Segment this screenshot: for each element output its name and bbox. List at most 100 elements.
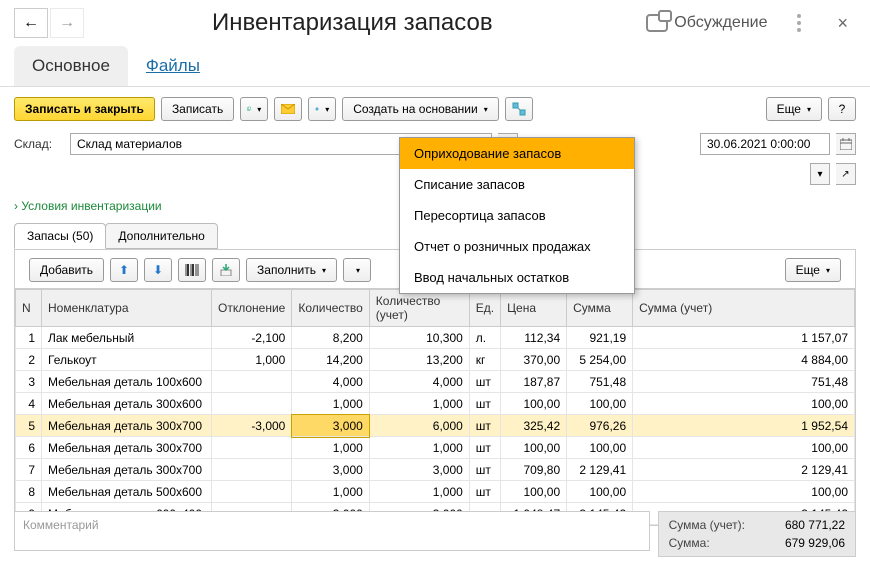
table-cell[interactable]: Мебельная деталь 100х600	[42, 371, 212, 393]
col-qty[interactable]: Количество	[292, 290, 369, 327]
close-button[interactable]: ×	[829, 9, 856, 38]
table-cell[interactable]: шт	[469, 459, 500, 481]
col-price[interactable]: Цена	[501, 290, 567, 327]
col-sum-acc[interactable]: Сумма (учет)	[633, 290, 855, 327]
mail-button[interactable]	[274, 97, 302, 121]
tab-stock[interactable]: Запасы (50)	[14, 223, 106, 249]
stock-table[interactable]: N Номенклатура Отклонение Количество Кол…	[15, 289, 855, 525]
nav-forward-button[interactable]: →	[50, 8, 84, 38]
table-cell[interactable]: 976,26	[567, 415, 633, 437]
col-nom[interactable]: Номенклатура	[42, 290, 212, 327]
related-button[interactable]	[505, 97, 533, 121]
help-button[interactable]: ?	[828, 97, 856, 121]
table-cell[interactable]: 100,00	[633, 481, 855, 503]
table-cell[interactable]: 100,00	[501, 437, 567, 459]
table-cell[interactable]: шт	[469, 481, 500, 503]
table-cell[interactable]: 1,000	[369, 437, 469, 459]
table-cell[interactable]: Мебельная деталь 300х700	[42, 415, 212, 437]
table-cell[interactable]: кг	[469, 349, 500, 371]
table-row[interactable]: 4Мебельная деталь 300х6001,0001,000шт100…	[16, 393, 855, 415]
table-cell[interactable]: -3,000	[212, 415, 292, 437]
comment-input[interactable]: Комментарий	[14, 511, 650, 551]
table-cell[interactable]: 1 157,07	[633, 327, 855, 349]
table-cell[interactable]: Мебельная деталь 500х600	[42, 481, 212, 503]
col-qty-acc[interactable]: Количество (учет)	[369, 290, 469, 327]
save-close-button[interactable]: Записать и закрыть	[14, 97, 155, 121]
extra-button[interactable]: ▾	[343, 258, 371, 282]
table-cell[interactable]: 14,200	[292, 349, 369, 371]
table-more-button[interactable]: Еще ▾	[785, 258, 841, 282]
table-cell[interactable]: 6	[16, 437, 42, 459]
table-cell[interactable]: 1,000	[292, 437, 369, 459]
table-cell[interactable]: 751,48	[633, 371, 855, 393]
table-cell[interactable]: 1 952,54	[633, 415, 855, 437]
add-row-button[interactable]: Добавить	[29, 258, 104, 282]
table-cell[interactable]: 5 254,00	[567, 349, 633, 371]
table-cell[interactable]: -2,100	[212, 327, 292, 349]
copy-button[interactable]: ▾	[240, 97, 268, 121]
move-down-button[interactable]: ⬇	[144, 258, 172, 282]
table-cell[interactable]: 1,000	[292, 393, 369, 415]
table-cell[interactable]: 100,00	[633, 437, 855, 459]
table-cell[interactable]: 112,34	[501, 327, 567, 349]
barcode-button[interactable]	[178, 258, 206, 282]
table-cell[interactable]: 8	[16, 481, 42, 503]
table-cell[interactable]: 3	[16, 371, 42, 393]
date-input[interactable]	[700, 133, 830, 155]
table-cell[interactable]: шт	[469, 437, 500, 459]
table-cell[interactable]: Гелькоут	[42, 349, 212, 371]
nav-back-button[interactable]: ←	[14, 8, 48, 38]
table-cell[interactable]	[212, 459, 292, 481]
table-row[interactable]: 6Мебельная деталь 300х7001,0001,000шт100…	[16, 437, 855, 459]
table-cell[interactable]: 5	[16, 415, 42, 437]
menu-regrade[interactable]: Пересортица запасов	[400, 200, 634, 231]
tab-additional[interactable]: Дополнительно	[105, 223, 217, 249]
calendar-button[interactable]	[836, 133, 856, 155]
col-unit[interactable]: Ед.	[469, 290, 500, 327]
table-cell[interactable]: 921,19	[567, 327, 633, 349]
table-cell[interactable]: 100,00	[501, 393, 567, 415]
table-cell[interactable]: 100,00	[567, 393, 633, 415]
field-dropdown[interactable]: ▾	[810, 163, 830, 185]
menu-initial-balance[interactable]: Ввод начальных остатков	[400, 262, 634, 293]
table-cell[interactable]: 4,000	[369, 371, 469, 393]
table-cell[interactable]: 2 129,41	[567, 459, 633, 481]
table-cell[interactable]: Мебельная деталь 300х700	[42, 437, 212, 459]
table-cell[interactable]: 751,48	[567, 371, 633, 393]
move-up-button[interactable]: ⬆	[110, 258, 138, 282]
table-cell[interactable]: 100,00	[633, 393, 855, 415]
table-cell[interactable]: Лак мебельный	[42, 327, 212, 349]
table-cell[interactable]: 709,80	[501, 459, 567, 481]
table-cell[interactable]: 6,000	[369, 415, 469, 437]
table-cell[interactable]: шт	[469, 393, 500, 415]
table-row[interactable]: 7Мебельная деталь 300х7003,0003,000шт709…	[16, 459, 855, 481]
tab-main[interactable]: Основное	[14, 46, 128, 86]
table-cell[interactable]	[212, 481, 292, 503]
save-button[interactable]: Записать	[161, 97, 234, 121]
table-cell[interactable]: Мебельная деталь 300х600	[42, 393, 212, 415]
table-cell[interactable]: 4	[16, 393, 42, 415]
table-cell[interactable]: 7	[16, 459, 42, 481]
table-cell[interactable]: 1,000	[292, 481, 369, 503]
table-cell[interactable]: 4,000	[292, 371, 369, 393]
menu-receipt[interactable]: Оприходование запасов	[400, 138, 634, 169]
col-dev[interactable]: Отклонение	[212, 290, 292, 327]
import-button[interactable]	[212, 258, 240, 282]
conditions-expand[interactable]: Условия инвентаризации	[14, 199, 162, 213]
table-cell[interactable]	[212, 393, 292, 415]
table-cell[interactable]: 2	[16, 349, 42, 371]
table-cell[interactable]: шт	[469, 371, 500, 393]
table-cell[interactable]	[212, 437, 292, 459]
col-sum[interactable]: Сумма	[567, 290, 633, 327]
table-cell[interactable]: 13,200	[369, 349, 469, 371]
menu-retail-report[interactable]: Отчет о розничных продажах	[400, 231, 634, 262]
table-cell[interactable]: 4 884,00	[633, 349, 855, 371]
create-based-button[interactable]: Создать на основании ▾	[342, 97, 499, 121]
fill-button[interactable]: Заполнить ▾	[246, 258, 337, 282]
table-cell[interactable]: 3,000	[369, 459, 469, 481]
table-cell[interactable]: 100,00	[567, 481, 633, 503]
table-cell[interactable]: 325,42	[501, 415, 567, 437]
table-cell[interactable]: 1,000	[212, 349, 292, 371]
table-cell[interactable]: 2 129,41	[633, 459, 855, 481]
table-cell[interactable]: 10,300	[369, 327, 469, 349]
